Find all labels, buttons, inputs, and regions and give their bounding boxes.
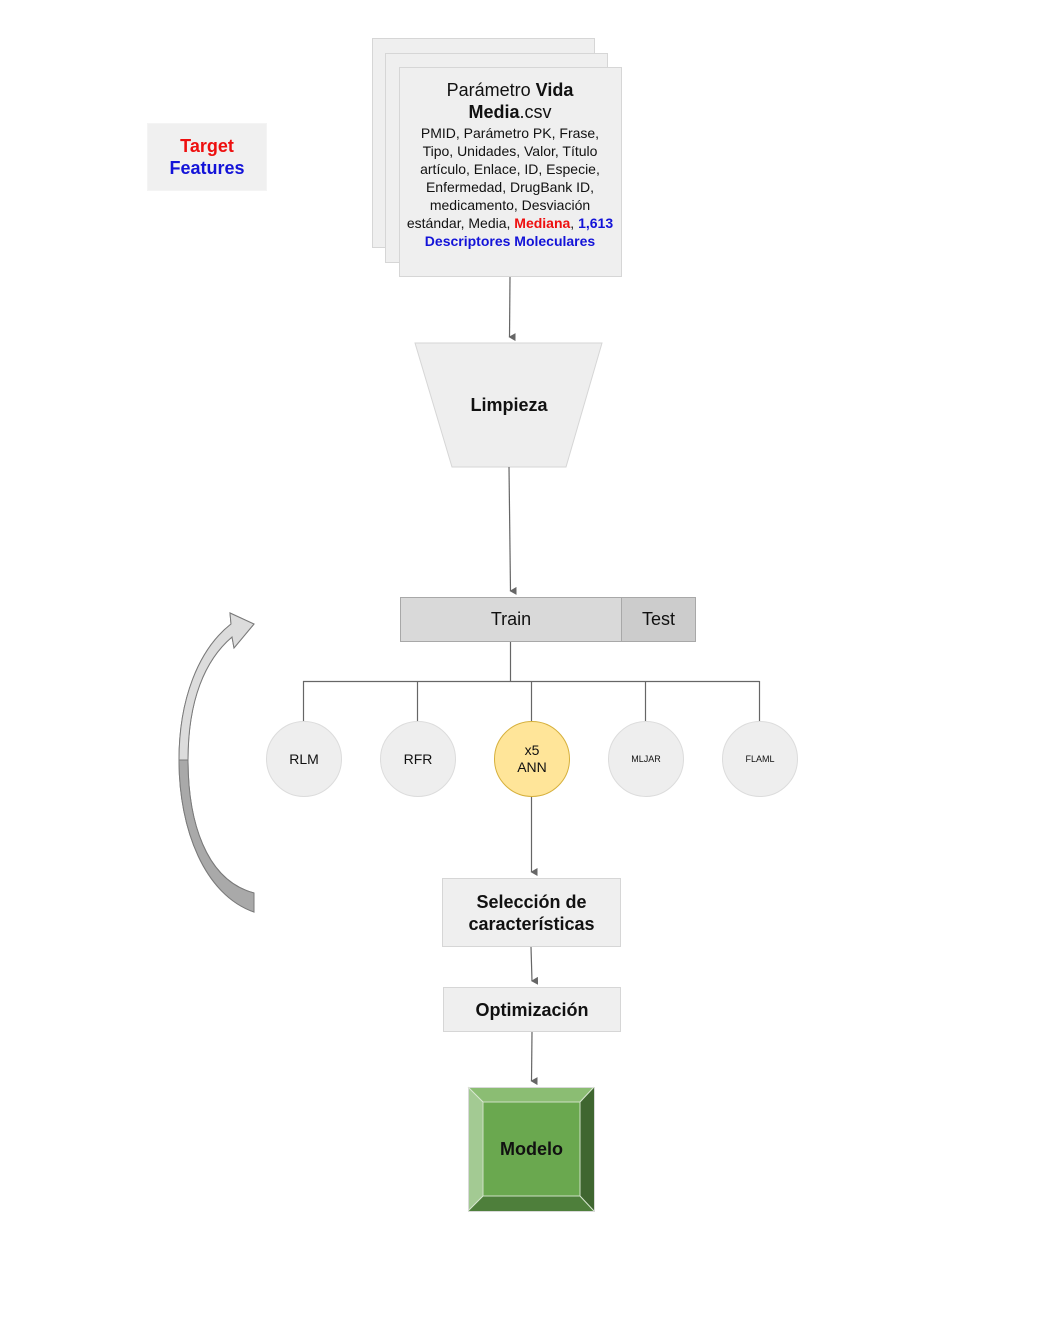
optimization-label: Optimización [475,999,589,1020]
dataset-separator: , [570,215,575,231]
cleaning-step-label: Limpieza [470,394,548,415]
iteration-loop-arrow-icon [178,612,255,913]
model-node-label: FLAML [745,753,775,764]
model-node-mljar: MLJAR [608,721,684,797]
ann-multiplier: x5 [524,742,540,758]
dataset-title-prefix: Parámetro [446,80,536,100]
train-split: Train [400,597,622,642]
dataset-file-name: Parámetro Vida Media.csv [399,79,621,123]
model-node-label: x5 ANN [517,742,547,776]
final-model-label: Modelo [500,1139,563,1159]
legend-target-label: Target [180,136,234,156]
dataset-title-bold-1: Vida [535,80,574,100]
dataset-title-bold-2: Media [468,102,520,122]
arrow-cleaning-to-split [508,466,517,595]
model-node-flaml: FLAML [722,721,798,797]
model-node-ann: x5 ANN [494,721,570,797]
model-node-rlm: RLM [266,721,342,797]
optimization-step: Optimización [443,987,621,1032]
dataset-document: Parámetro Vida Media.csv PMID, Parámetro… [399,67,621,277]
model-node-label: MLJAR [631,753,661,764]
arrow-selection-to-optimization [530,946,539,985]
test-split: Test [621,597,696,642]
legend-features-label: Features [169,158,245,178]
train-label: Train [490,609,532,629]
test-label: Test [641,609,675,629]
feature-selection-label: Selección de características [468,891,595,934]
ann-label: ANN [517,759,547,775]
model-node-rfr: RFR [380,721,456,797]
model-node-label: RLM [289,750,319,767]
feature-selection-step: Selección de características [442,878,621,947]
legend-box: Target Features [147,123,267,191]
dataset-columns: PMID, Parámetro PK, Frase, Tipo, Unidade… [399,124,621,250]
arrow-optimization-to-model [530,1031,538,1086]
dataset-target-column: Mediana [514,215,571,231]
model-node-label: RFR [403,750,433,767]
arrow-dataset-to-cleaning [508,276,516,342]
dataset-title-extension: .csv [519,102,552,122]
